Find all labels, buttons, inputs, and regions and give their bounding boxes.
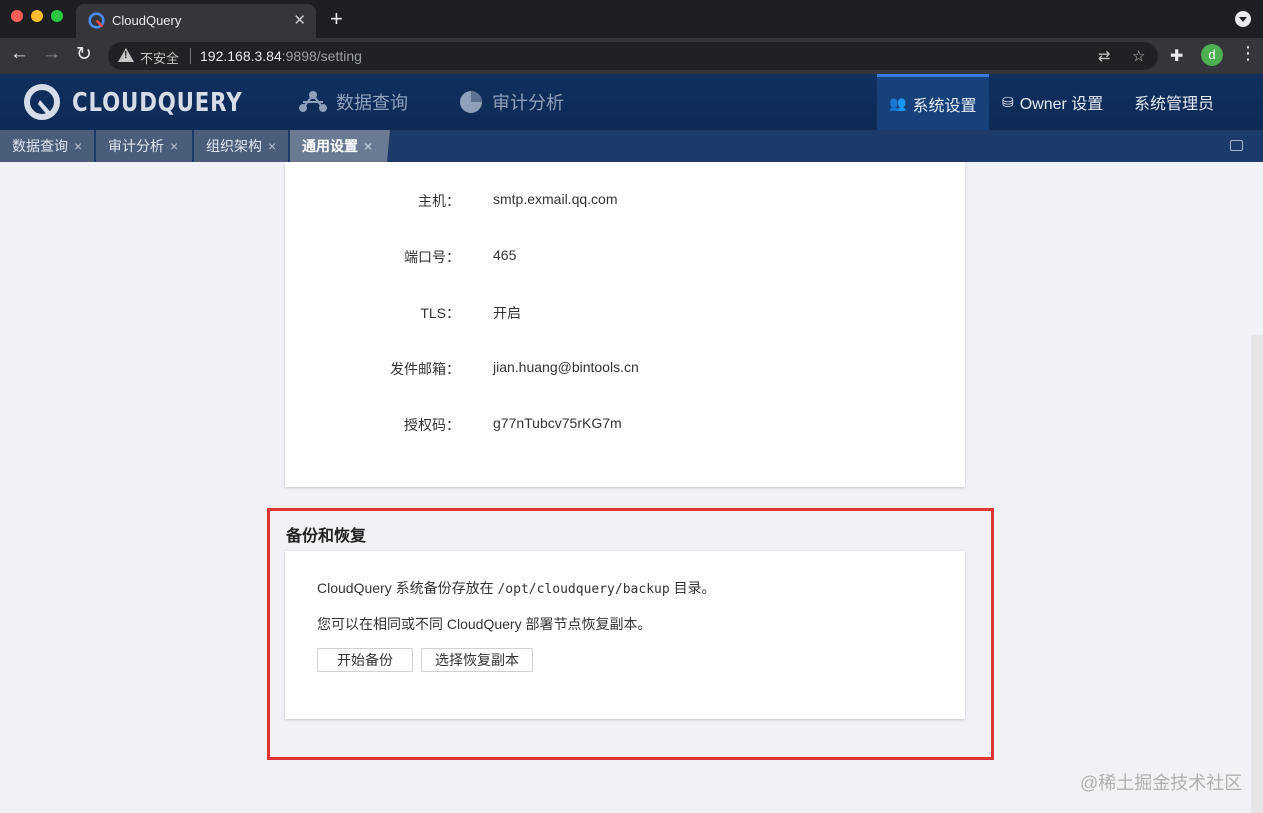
close-icon[interactable]: × xyxy=(170,138,178,154)
tab-general-settings[interactable]: 通用设置 × xyxy=(290,130,390,162)
nav-system-admin-label: 系统管理员 xyxy=(1134,96,1215,113)
nav-system-admin[interactable]: 系统管理员 xyxy=(1134,74,1214,130)
profile-avatar[interactable]: d xyxy=(1201,44,1223,66)
tls-value: 开启 xyxy=(493,305,521,321)
collapse-tabs-icon[interactable] xyxy=(1230,140,1243,151)
url-text[interactable]: 192.168.3.84:9898/setting xyxy=(200,48,362,64)
tls-label: TLS： xyxy=(420,305,460,321)
nav-data-query-label: 数据查询 xyxy=(336,93,408,113)
users-gear-icon: 👥 xyxy=(889,95,907,111)
app-header: CLOUDQUERY 数据查询 审计分析 👥 系统设置 ⛁ Owner 设置 系… xyxy=(0,74,1263,130)
nav-owner-settings-label: Owner 设置 xyxy=(1019,96,1104,113)
nav-audit-analysis-label: 审计分析 xyxy=(492,93,564,113)
tab-label: 数据查询 xyxy=(12,138,68,154)
host-value: smtp.exmail.qq.com xyxy=(493,191,618,207)
browser-tab[interactable]: CloudQuery ✕ xyxy=(76,4,316,38)
more-menu-icon[interactable]: ⋮ xyxy=(1239,43,1257,64)
network-icon xyxy=(299,91,327,112)
minimize-window-icon[interactable] xyxy=(31,10,43,22)
new-tab-button[interactable]: + xyxy=(330,6,343,32)
nav-audit-analysis[interactable]: 审计分析 xyxy=(458,74,564,130)
pie-chart-icon xyxy=(460,91,482,113)
url-host: 192.168.3.84 xyxy=(200,48,282,64)
tab-data-query[interactable]: 数据查询 × xyxy=(0,130,94,162)
tab-label: 通用设置 xyxy=(302,138,358,154)
tab-audit-analysis[interactable]: 审计分析 × xyxy=(96,130,192,162)
tab-close-icon[interactable]: ✕ xyxy=(293,11,306,29)
nav-owner-settings[interactable]: ⛁ Owner 设置 xyxy=(1002,74,1103,130)
sender-email-label: 发件邮箱： xyxy=(390,361,460,377)
cloudquery-favicon-icon xyxy=(88,12,105,29)
extensions-puzzle-icon[interactable]: ✚ xyxy=(1170,46,1183,66)
port-label: 端口号： xyxy=(404,249,460,265)
back-arrow-icon[interactable]: ← xyxy=(10,43,29,65)
highlight-box xyxy=(267,508,994,760)
security-label[interactable]: 不安全 xyxy=(140,48,179,67)
cloudquery-logo-icon xyxy=(24,84,60,120)
database-icon: ⛁ xyxy=(1002,93,1014,110)
browser-toolbar: ← → ↻ 不安全 192.168.3.84:9898/setting ⇄ ☆ … xyxy=(0,38,1263,74)
warning-icon xyxy=(118,48,134,62)
sender-email-value: jian.huang@bintools.cn xyxy=(493,359,639,375)
url-path: :9898/setting xyxy=(281,48,362,64)
nav-data-query[interactable]: 数据查询 xyxy=(298,74,408,130)
close-icon[interactable]: × xyxy=(74,138,82,154)
translate-icon[interactable]: ⇄ xyxy=(1098,47,1111,65)
tab-label: 审计分析 xyxy=(108,138,164,154)
page-tabs-bar: 数据查询 × 审计分析 × 组织架构 × 通用设置 × xyxy=(0,130,1263,162)
mail-settings-card: 主机： smtp.exmail.qq.com 端口号： 465 TLS： 开启 … xyxy=(285,162,965,487)
tab-org-structure[interactable]: 组织架构 × xyxy=(194,130,288,162)
host-label: 主机： xyxy=(418,193,460,209)
close-window-icon[interactable] xyxy=(11,10,23,22)
tab-search-icon[interactable] xyxy=(1235,11,1251,27)
divider xyxy=(190,48,191,64)
bookmark-star-icon[interactable]: ☆ xyxy=(1132,47,1145,65)
reload-icon[interactable]: ↻ xyxy=(76,43,92,66)
nav-system-settings[interactable]: 👥 系统设置 xyxy=(877,74,989,130)
auth-code-label: 授权码： xyxy=(404,417,460,433)
browser-tabstrip: CloudQuery ✕ + xyxy=(0,0,1263,38)
nav-system-settings-label: 系统设置 xyxy=(912,97,977,115)
port-value: 465 xyxy=(493,247,517,263)
page-scrollbar[interactable] xyxy=(1251,335,1263,813)
maximize-window-icon[interactable] xyxy=(51,10,63,22)
auth-code-value: g77nTubcv75rKG7m xyxy=(493,415,622,431)
watermark: @稀土掘金技术社区 xyxy=(1080,773,1243,793)
close-icon[interactable]: × xyxy=(364,138,372,154)
forward-arrow-icon[interactable]: → xyxy=(42,43,61,65)
logo-text: CLOUDQUERY xyxy=(72,88,243,118)
browser-tab-title: CloudQuery xyxy=(112,13,182,28)
close-icon[interactable]: × xyxy=(268,138,276,154)
tab-label: 组织架构 xyxy=(206,138,262,154)
address-bar[interactable]: 不安全 192.168.3.84:9898/setting ⇄ ☆ xyxy=(108,42,1158,70)
